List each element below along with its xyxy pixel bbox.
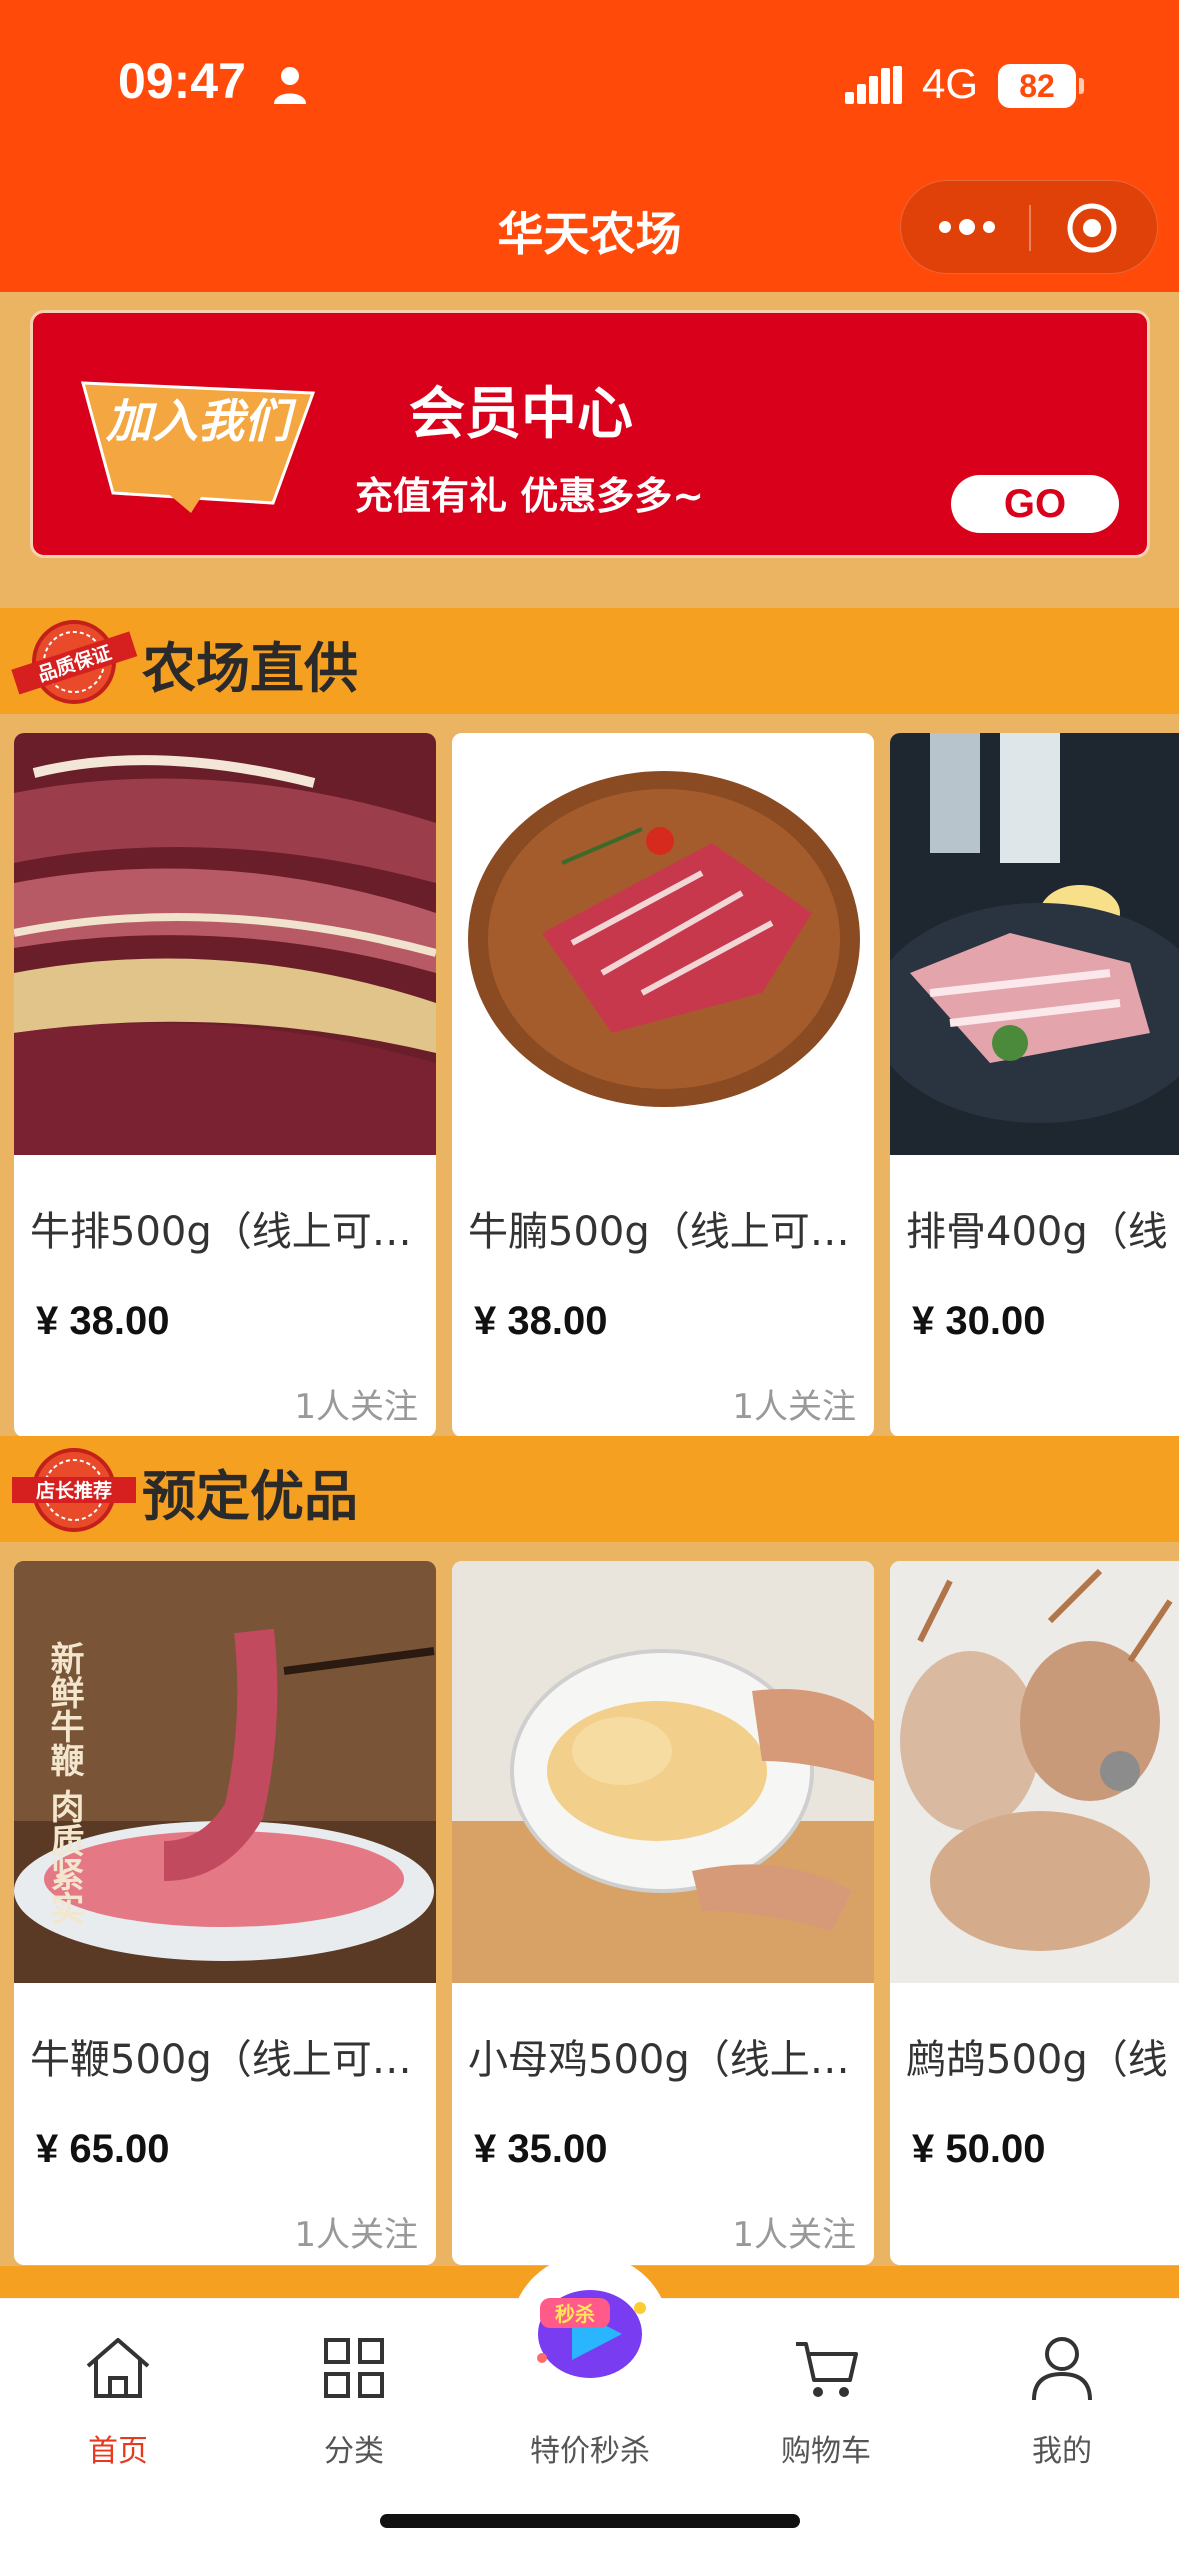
member-title: 会员中心 (409, 382, 633, 447)
member-subtitle: 充值有礼 优惠多多~ (355, 474, 705, 518)
product-card[interactable]: 牛排500g（线上可… ¥ 38.00 1人关注 (14, 733, 436, 1437)
product-name: 排骨400g（线 (906, 1209, 1166, 1255)
product-image (890, 1561, 1179, 1983)
battery-indicator: 82 (998, 64, 1084, 108)
tab-label: 购物车 (781, 2434, 871, 2469)
home-indicator (380, 2514, 800, 2528)
product-card[interactable]: 新鲜牛鞭 肉质紧实 牛鞭500g（线上可… ¥ 65.00 1人关注 (14, 1561, 436, 2265)
product-overlay-text: 新鲜牛鞭 肉质紧实 (44, 1641, 84, 1925)
product-price: ¥ 65.00 (36, 2127, 170, 2171)
network-label: 4G (922, 60, 979, 107)
product-image (14, 733, 436, 1155)
product-price: ¥ 38.00 (474, 1299, 608, 1343)
cart-icon (796, 2342, 858, 2397)
product-name: 牛排500g（线上可… (30, 1209, 412, 1255)
grid-icon (324, 2338, 384, 2398)
person-icon (274, 67, 306, 104)
product-card[interactable]: 牛腩500g（线上可… ¥ 38.00 1人关注 (452, 733, 874, 1437)
tab-label: 分类 (324, 2434, 384, 2469)
product-price: ¥ 50.00 (912, 2127, 1046, 2171)
product-card[interactable]: 鹧鸪500g（线 ¥ 50.00 (890, 1561, 1179, 2265)
manager-recommend-badge: 店长推荐 (12, 1448, 136, 1532)
tab-home[interactable]: 首页 (18, 2318, 218, 2469)
quality-guarantee-badge: 品质保证 (11, 620, 138, 704)
join-us-text: 加入我们 (105, 394, 297, 448)
tab-category[interactable]: 分类 (254, 2318, 454, 2469)
capsule-divider (1029, 205, 1031, 251)
product-price: ¥ 35.00 (474, 2127, 608, 2171)
more-dots-icon[interactable] (935, 211, 999, 243)
product-name: 牛腩500g（线上可… (468, 1209, 850, 1255)
product-image (890, 733, 1179, 1155)
home-icon (86, 2338, 150, 2398)
top-bar: 09:47 4G 82 华天农场 (0, 0, 1179, 292)
join-us-badge: 加入我们 (81, 381, 316, 513)
tab-mine[interactable]: 我的 (962, 2318, 1162, 2469)
tab-cart[interactable]: 购物车 (726, 2318, 926, 2469)
product-image: 新鲜牛鞭 肉质紧实 (14, 1561, 436, 1983)
product-price: ¥ 38.00 (36, 1299, 170, 1343)
product-name: 鹧鸪500g（线 (906, 2037, 1166, 2083)
product-image (452, 1561, 874, 1983)
section-header-farm-direct: 品质保证 农场直供 (0, 608, 1179, 714)
product-name: 小母鸡500g（线上… (468, 2037, 850, 2083)
follow-count: 1人关注 (294, 1387, 418, 1427)
user-icon (1032, 2337, 1092, 2401)
tab-label: 特价秒杀 (530, 2434, 650, 2469)
follow-count: 1人关注 (294, 2215, 418, 2255)
section-title: 预定优品 (142, 1465, 358, 1528)
product-price: ¥ 30.00 (912, 1299, 1046, 1343)
section-header-preorder: 店长推荐 预定优品 (0, 1436, 1179, 1542)
product-card[interactable]: 小母鸡500g（线上… ¥ 35.00 1人关注 (452, 1561, 874, 2265)
follow-count: 1人关注 (732, 2215, 856, 2255)
status-time: 09:47 (118, 53, 246, 109)
follow-count: 1人关注 (732, 1387, 856, 1427)
mini-program-capsule (900, 180, 1158, 274)
tab-flash-sale[interactable]: 特价秒杀 (490, 2318, 690, 2469)
tab-label: 首页 (88, 2434, 148, 2469)
product-name: 牛鞭500g（线上可… (30, 2037, 412, 2083)
section-title: 农场直供 (142, 637, 358, 700)
member-center-banner[interactable]: 加入我们 会员中心 充值有礼 优惠多多~ GO (30, 310, 1150, 558)
signal-icon (845, 66, 902, 104)
svg-text:店长推荐: 店长推荐 (36, 1479, 112, 1502)
close-target-icon[interactable] (1065, 201, 1119, 255)
tab-label: 我的 (1032, 2434, 1092, 2469)
product-image (452, 733, 874, 1155)
go-button[interactable]: GO (951, 475, 1119, 533)
product-card[interactable]: 排骨400g（线 ¥ 30.00 (890, 733, 1179, 1437)
